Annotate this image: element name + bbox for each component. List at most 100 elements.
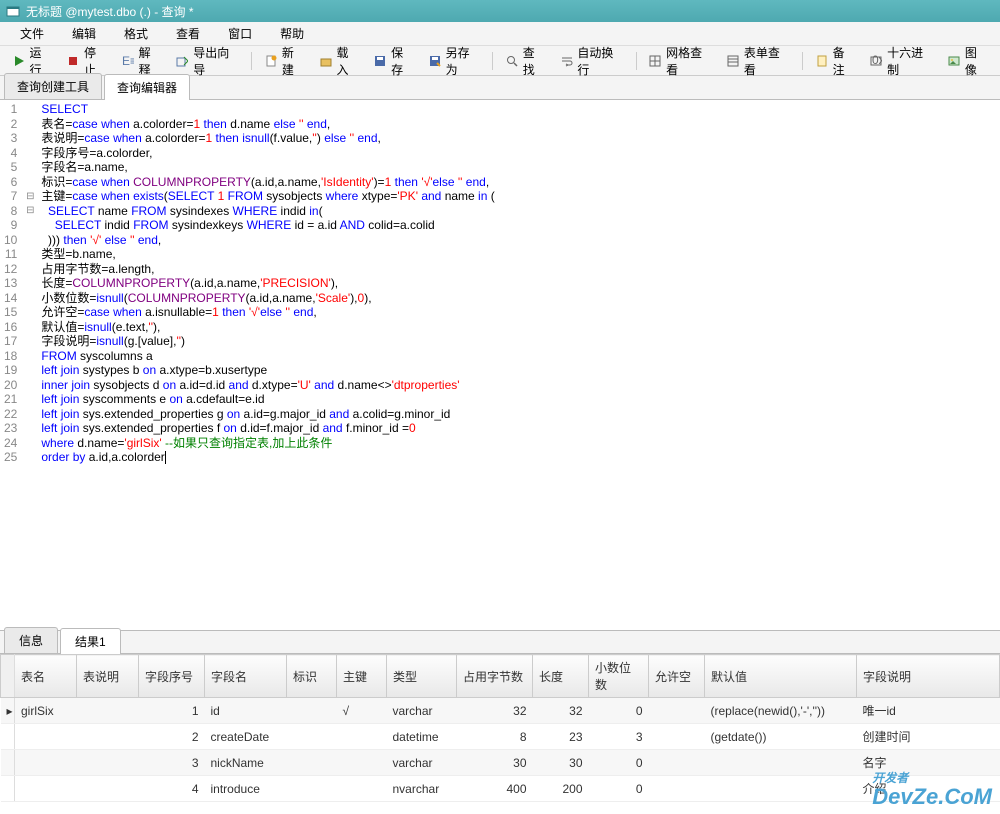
cell[interactable]: 介绍: [857, 776, 1000, 802]
search-icon: [505, 54, 518, 68]
cell[interactable]: [337, 776, 387, 802]
new-button[interactable]: 新建: [258, 41, 311, 81]
tab-query-editor[interactable]: 查询编辑器: [104, 74, 190, 100]
notes-button[interactable]: 备注: [809, 41, 862, 81]
cell[interactable]: createDate: [205, 724, 287, 750]
col-header[interactable]: 默认值: [705, 655, 857, 698]
cell[interactable]: 8: [457, 724, 533, 750]
find-button[interactable]: 查找: [499, 41, 552, 81]
cell[interactable]: 唯一id: [857, 698, 1000, 724]
tab-messages[interactable]: 信息: [4, 627, 58, 653]
cell[interactable]: [287, 698, 337, 724]
cell[interactable]: 0: [589, 750, 649, 776]
form-view-button[interactable]: 表单查看: [720, 41, 796, 81]
col-header[interactable]: 主键: [337, 655, 387, 698]
cell[interactable]: id: [205, 698, 287, 724]
table-row[interactable]: 3nickNamevarchar30300名字: [1, 750, 1000, 776]
cell[interactable]: 200: [533, 776, 589, 802]
cell[interactable]: varchar: [387, 750, 457, 776]
cell[interactable]: girlSix: [15, 698, 77, 724]
cell[interactable]: [15, 776, 77, 802]
cell[interactable]: [287, 724, 337, 750]
cell[interactable]: 3: [139, 750, 205, 776]
wrap-button[interactable]: 自动换行: [554, 41, 630, 81]
cell[interactable]: nvarchar: [387, 776, 457, 802]
cell[interactable]: (getdate()): [705, 724, 857, 750]
sql-editor[interactable]: 1234567891011121314151617181920212223242…: [0, 100, 1000, 630]
cell[interactable]: 0: [589, 776, 649, 802]
cell[interactable]: [77, 776, 139, 802]
hex-icon: 0x: [870, 54, 883, 68]
cell[interactable]: 32: [457, 698, 533, 724]
result-tabs: 信息 结果1: [0, 630, 1000, 654]
col-header[interactable]: 类型: [387, 655, 457, 698]
cell[interactable]: (replace(newid(),'-','')): [705, 698, 857, 724]
cell[interactable]: [77, 750, 139, 776]
image-button[interactable]: 图像: [941, 41, 994, 81]
grid-view-button[interactable]: 网格查看: [643, 41, 719, 81]
col-header[interactable]: 占用字节数: [457, 655, 533, 698]
window-title: 无标题 @mytest.dbo (.) - 查询 *: [26, 3, 194, 20]
cell[interactable]: 23: [533, 724, 589, 750]
cell[interactable]: 400: [457, 776, 533, 802]
cell[interactable]: [77, 698, 139, 724]
col-header[interactable]: 表说明: [77, 655, 139, 698]
col-header[interactable]: 字段名: [205, 655, 287, 698]
cell[interactable]: [705, 776, 857, 802]
toolbar-separator: [251, 52, 252, 70]
col-header[interactable]: 允许空: [649, 655, 705, 698]
table-row[interactable]: 4introduce nvarchar4002000 介绍: [1, 776, 1000, 802]
row-handle[interactable]: [1, 776, 15, 802]
hex-button[interactable]: 0x 十六进制: [864, 41, 940, 81]
cell[interactable]: [649, 724, 705, 750]
cell[interactable]: [287, 776, 337, 802]
save-button[interactable]: 保存: [368, 41, 421, 81]
cell[interactable]: 30: [533, 750, 589, 776]
cell[interactable]: 创建时间: [857, 724, 1000, 750]
title-bar: 无标题 @mytest.dbo (.) - 查询 *: [0, 0, 1000, 22]
col-header[interactable]: 字段说明: [857, 655, 1000, 698]
cell[interactable]: [77, 724, 139, 750]
cell[interactable]: 4: [139, 776, 205, 802]
results-grid[interactable]: 表名 表说明 字段序号 字段名 标识 主键 类型 占用字节数 长度 小数位数 允…: [0, 654, 1000, 802]
cell[interactable]: [15, 750, 77, 776]
cell[interactable]: datetime: [387, 724, 457, 750]
fold-gutter: ⊟⊟: [23, 100, 37, 630]
cell[interactable]: varchar: [387, 698, 457, 724]
cell[interactable]: nickName: [205, 750, 287, 776]
cell[interactable]: 30: [457, 750, 533, 776]
tab-query-builder[interactable]: 查询创建工具: [4, 73, 102, 99]
col-header[interactable]: 标识: [287, 655, 337, 698]
code-area[interactable]: SELECT表名=case when a.colorder=1 then d.n…: [37, 100, 498, 630]
col-header[interactable]: 表名: [15, 655, 77, 698]
col-header[interactable]: 字段序号: [139, 655, 205, 698]
cell[interactable]: introduce: [205, 776, 287, 802]
cell[interactable]: 2: [139, 724, 205, 750]
cell[interactable]: [337, 750, 387, 776]
cell[interactable]: [15, 724, 77, 750]
save-icon: [374, 54, 387, 68]
col-header[interactable]: 小数位数: [589, 655, 649, 698]
tab-result1[interactable]: 结果1: [60, 628, 121, 654]
cell[interactable]: [649, 750, 705, 776]
col-header[interactable]: 长度: [533, 655, 589, 698]
cell[interactable]: [649, 698, 705, 724]
load-button[interactable]: 载入: [313, 41, 366, 81]
explain-icon: E≡: [121, 54, 134, 68]
table-row[interactable]: ▸girlSix1id√varchar32320(replace(newid()…: [1, 698, 1000, 724]
row-handle[interactable]: ▸: [1, 698, 15, 724]
table-row[interactable]: 2createDate datetime8233 (getdate())创建时间: [1, 724, 1000, 750]
save-as-button[interactable]: 另存为: [422, 41, 486, 81]
cell[interactable]: 1: [139, 698, 205, 724]
cell[interactable]: [337, 724, 387, 750]
cell[interactable]: 3: [589, 724, 649, 750]
cell[interactable]: 32: [533, 698, 589, 724]
cell[interactable]: 名字: [857, 750, 1000, 776]
row-handle[interactable]: [1, 750, 15, 776]
cell[interactable]: [705, 750, 857, 776]
cell[interactable]: [287, 750, 337, 776]
cell[interactable]: √: [337, 698, 387, 724]
cell[interactable]: 0: [589, 698, 649, 724]
row-handle[interactable]: [1, 724, 15, 750]
cell[interactable]: [649, 776, 705, 802]
